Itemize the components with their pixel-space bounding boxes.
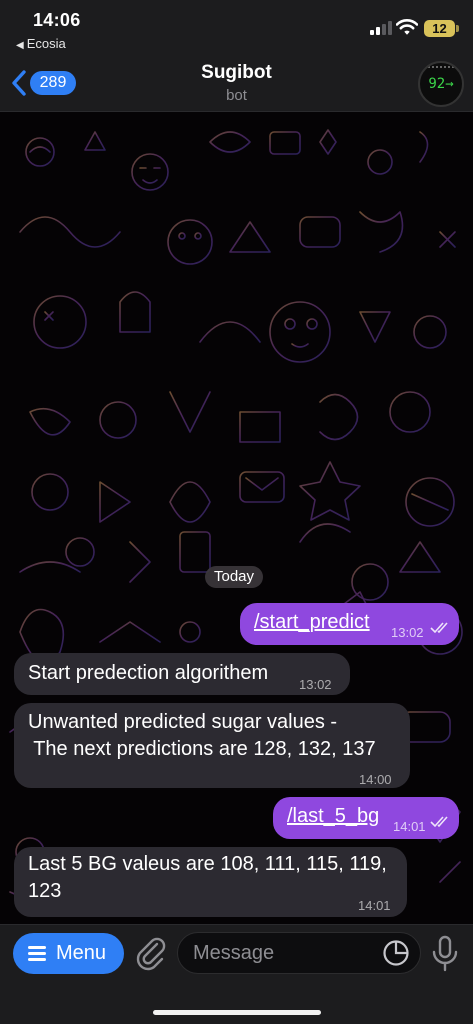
read-receipt-icon: [430, 622, 448, 634]
back-to-app-link[interactable]: ◀ Ecosia: [16, 36, 66, 51]
status-bar: 14:06 ◀ Ecosia 12: [0, 0, 473, 56]
message-text-line: Last 5 BG valeus are 108, 111, 115, 119,: [28, 853, 387, 875]
avatar-glucose-reading: 92→: [428, 76, 454, 92]
menu-button-label: Menu: [56, 942, 107, 964]
sticker-icon[interactable]: [382, 939, 410, 967]
message-outgoing[interactable]: /start_predict 13:02: [240, 603, 459, 645]
home-indicator[interactable]: [153, 1010, 321, 1015]
message-text: Start predection algorithem: [28, 662, 269, 684]
bot-command-link[interactable]: /last_5_bg: [287, 803, 379, 830]
message-outgoing[interactable]: /last_5_bg 14:01: [273, 797, 459, 839]
chat-subtitle: bot: [226, 87, 247, 104]
battery-icon: 12: [424, 20, 459, 37]
message-time: 14:01: [393, 819, 426, 834]
message-text-line: Unwanted predicted sugar values -: [28, 711, 338, 733]
message-incoming[interactable]: Start predection algorithem 13:02: [14, 653, 350, 695]
message-time: 14:00: [359, 772, 392, 787]
message-incoming[interactable]: Last 5 BG valeus are 108, 111, 115, 119,…: [14, 847, 407, 917]
chat-title[interactable]: Sugibot: [0, 62, 473, 84]
date-separator: Today: [205, 566, 264, 588]
message-composer: Menu: [0, 924, 473, 1024]
chat-messages-area[interactable]: Today /start_predict 13:02 Start predect…: [0, 112, 473, 924]
hamburger-icon: [28, 946, 46, 961]
read-receipt-icon: [430, 816, 448, 828]
status-time: 14:06: [33, 10, 81, 30]
battery-level: 12: [432, 21, 447, 36]
chat-header: 289 Sugibot bot 92→: [0, 56, 473, 112]
paperclip-icon[interactable]: [134, 935, 166, 971]
gauge-ticks: [424, 66, 458, 72]
message-time: 14:01: [358, 898, 391, 913]
message-text-line: 123: [28, 880, 62, 902]
bot-menu-button[interactable]: Menu: [13, 933, 124, 974]
back-app-label: Ecosia: [26, 36, 66, 51]
message-time: 13:02: [299, 677, 332, 692]
microphone-icon[interactable]: [431, 935, 459, 973]
cellular-signal-icon: [370, 21, 392, 35]
message-time: 13:02: [391, 625, 424, 640]
bot-avatar[interactable]: 92→: [418, 61, 464, 107]
back-triangle-icon: ◀: [16, 40, 24, 51]
message-incoming[interactable]: Unwanted predicted sugar values - The ne…: [14, 703, 410, 788]
message-text-line: The next predictions are 128, 132, 137: [28, 738, 376, 760]
bot-command-link[interactable]: /start_predict: [254, 609, 370, 636]
wifi-icon: [396, 19, 418, 35]
